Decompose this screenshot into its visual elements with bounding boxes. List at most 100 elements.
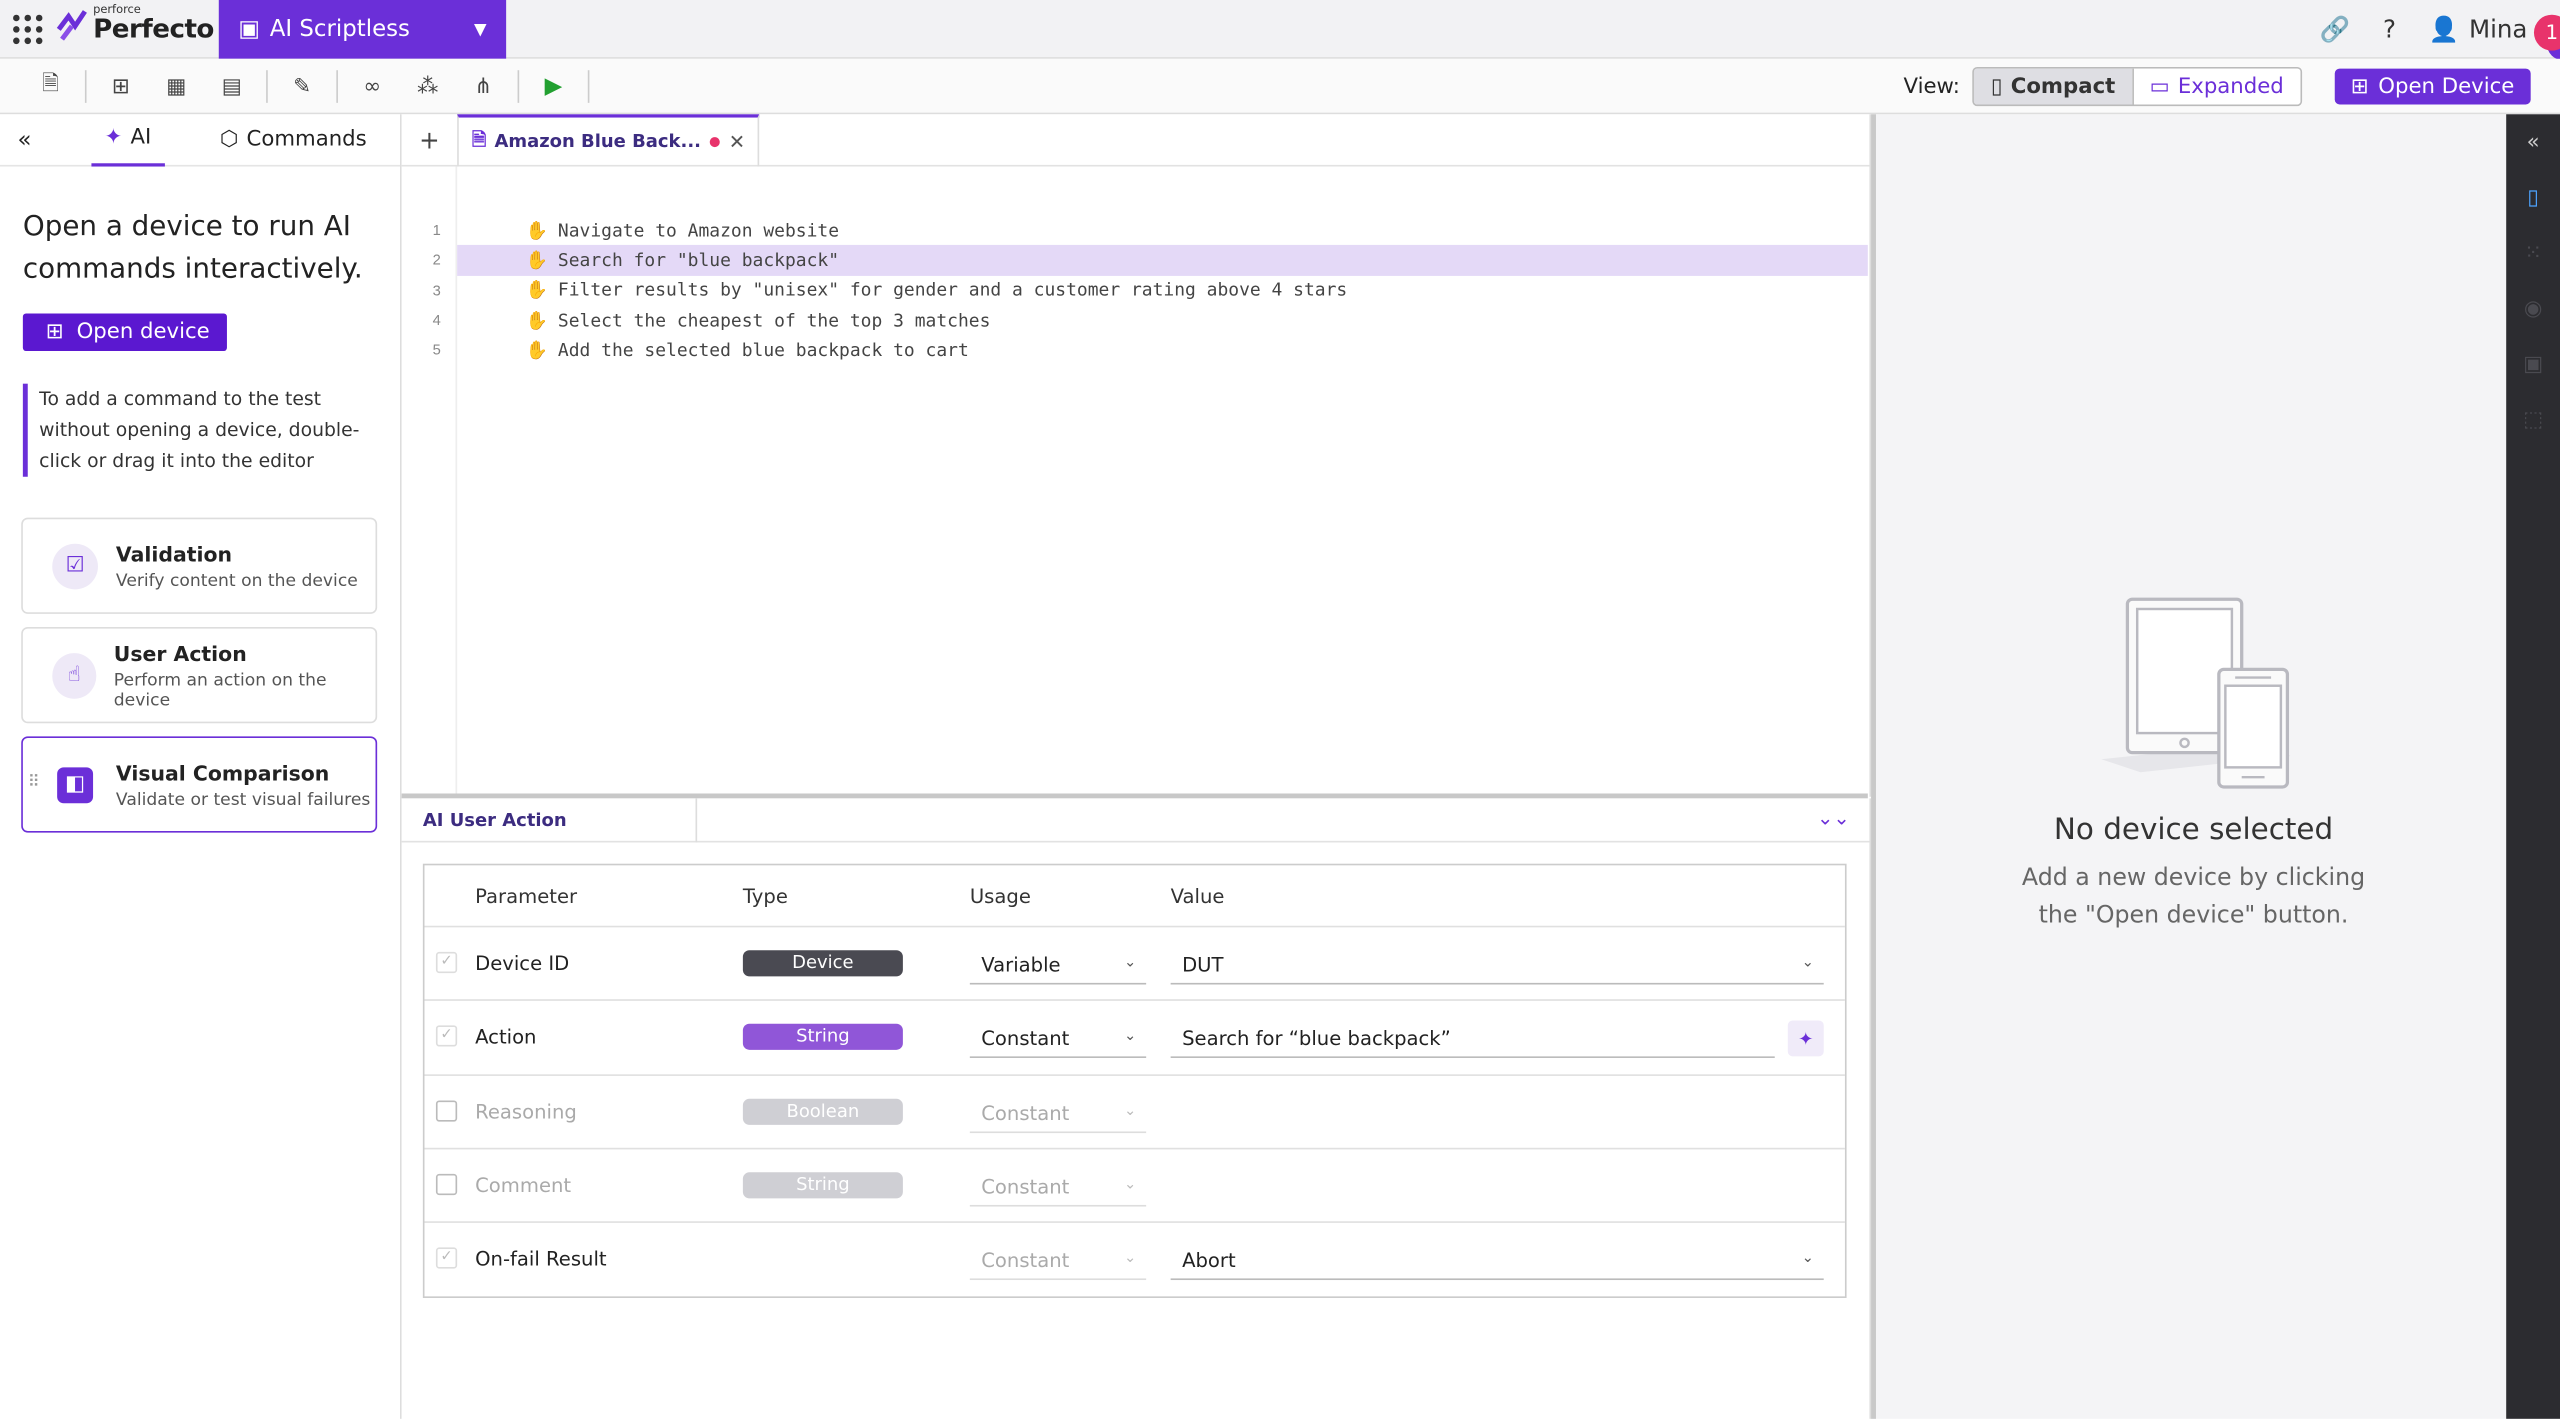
ai-action-icon: ✋	[525, 339, 549, 361]
parameter-name: Action	[475, 1025, 537, 1049]
open-device-button[interactable]: ⊞ Open Device	[2334, 68, 2531, 105]
add-device-icon: ⊞	[45, 320, 64, 345]
open-device-label: Open Device	[2378, 74, 2515, 99]
eye-icon[interactable]: ◉	[2506, 281, 2560, 337]
image-icon[interactable]: ▣	[2506, 336, 2560, 392]
chevron-down-icon: ⌄	[1801, 955, 1814, 972]
module-switcher[interactable]: ▣ AI Scriptless ▼	[218, 0, 507, 59]
edit-icon[interactable]: ✎	[274, 64, 330, 110]
user-name: Mina	[2468, 14, 2528, 45]
user-menu[interactable]: 👤 Mina 1	[2428, 14, 2560, 61]
apps-grid-icon[interactable]	[13, 14, 43, 45]
code-line[interactable]: 3 ✋ Filter results by "unisex" for gende…	[433, 275, 1868, 305]
card-validation[interactable]: ☑ Validation Verify content on the devic…	[21, 517, 378, 614]
add-step-icon[interactable]: ⊞	[93, 64, 149, 110]
panel-title: AI User Action	[402, 797, 698, 842]
row-checkbox[interactable]: ✓	[435, 1247, 458, 1269]
parameter-name: Reasoning	[475, 1099, 577, 1123]
brand-logo[interactable]: perforce Perfecto	[56, 4, 214, 43]
visual-comparison-icon: ◧	[57, 766, 94, 803]
parameter-name: On-fail Result	[475, 1247, 607, 1271]
usage-value: Constant	[981, 1175, 1070, 1199]
open-device-left-button[interactable]: ⊞ Open device	[22, 313, 227, 352]
row-checkbox[interactable]: ✓	[435, 1025, 458, 1048]
usage-select[interactable]: Variable ⌄	[969, 953, 1147, 985]
add-tab-icon[interactable]: +	[402, 125, 458, 154]
card-visual-comparison[interactable]: ⠿ ◧ Visual Comparison Validate or test v…	[21, 736, 378, 833]
link-icon[interactable]: 🔗	[2320, 15, 2351, 44]
code-lines: 1 ✋ Navigate to Amazon website 2 ✋ Searc…	[433, 216, 1868, 365]
value-select[interactable]: Abort ⌄	[1170, 1249, 1824, 1281]
editor-tab[interactable]: 🗎 Amazon Blue Back... ● ✕	[457, 113, 760, 166]
code-line[interactable]: 4 ✋ Select the cheapest of the top 3 mat…	[433, 305, 1868, 335]
code-line[interactable]: 2 ✋ Search for "blue backpack"	[433, 245, 1868, 276]
notification-badge[interactable]: 1	[2533, 14, 2560, 51]
device-icon[interactable]: ▯	[2506, 170, 2560, 226]
close-icon[interactable]: ✕	[729, 130, 745, 153]
value-select[interactable]: DUT ⌄	[1170, 953, 1824, 985]
usage-select[interactable]: Constant ⌄	[969, 1101, 1147, 1133]
editor-tab-title: Amazon Blue Back...	[494, 130, 701, 152]
card-user-action[interactable]: ☝ User Action Perform an action on the d…	[21, 626, 378, 724]
cube-icon: ⬡	[219, 127, 239, 152]
unsaved-dot-icon: ●	[709, 133, 721, 149]
grid-icon[interactable]: ⁙	[2506, 225, 2560, 281]
type-pill: Device	[742, 950, 903, 977]
value-text: Abort	[1182, 1249, 1236, 1273]
monitor-icon: ▭	[2149, 74, 2170, 99]
usage-select[interactable]: Constant ⌄	[969, 1027, 1147, 1059]
new-test-icon[interactable]: 🗎	[23, 64, 79, 110]
usage-value: Constant	[981, 1027, 1070, 1051]
tab-commands[interactable]: ⬡ Commands	[207, 113, 380, 165]
document-icon: 🗎	[471, 128, 487, 151]
compact-view-button[interactable]: ▯ Compact	[1974, 68, 2132, 105]
add-device-icon: ⊞	[2350, 74, 2369, 99]
capture-icon[interactable]: ⬚	[2506, 392, 2560, 448]
toolbar: 🗎 ⊞ ▦ ▤ ✎ ∞ ⁂ ⋔ ▶ View: ▯ Compact ▭ Expa…	[0, 58, 2560, 115]
chevron-down-icon: ▼	[473, 20, 487, 39]
scriptless-icon: ▣	[238, 16, 260, 43]
column-header: Value	[1170, 884, 1225, 908]
collapse-left-icon[interactable]: «	[0, 127, 49, 153]
table-row: Comment String Constant ⌄	[424, 1149, 1845, 1224]
expand-right-icon[interactable]: «	[2506, 114, 2560, 170]
type-pill: Boolean	[742, 1098, 903, 1125]
devices-illustration-icon	[2101, 597, 2291, 789]
row-checkbox[interactable]	[435, 1173, 458, 1195]
calendar-icon[interactable]: ▤	[204, 64, 260, 110]
row-checkbox[interactable]: ✓	[435, 951, 458, 974]
chevron-down-icon: ⌄	[1124, 1029, 1137, 1046]
help-icon[interactable]: ?	[2383, 15, 2396, 44]
collapse-down-icon[interactable]: ⌄⌄	[1817, 807, 1850, 830]
table-icon[interactable]: ▦	[149, 64, 205, 110]
line-text: Navigate to Amazon website	[557, 219, 840, 242]
code-line[interactable]: 5 ✋ Add the selected blue backpack to ca…	[433, 335, 1868, 365]
action-input[interactable]: Search for “blue backpack”	[1170, 1027, 1775, 1059]
validation-icon: ☑	[52, 542, 98, 589]
tab-commands-label: Commands	[246, 127, 367, 152]
hierarchy-icon[interactable]: ⋔	[456, 64, 512, 110]
line-number: 2	[432, 252, 441, 269]
open-device-left-label: Open device	[76, 320, 210, 345]
link-chain-icon[interactable]: ∞	[344, 64, 400, 110]
line-number: 3	[432, 282, 441, 299]
ai-assist-icon[interactable]: ✦	[1787, 1020, 1824, 1057]
sparkle-icon: ✦	[104, 125, 123, 151]
user-icon: 👤	[2428, 14, 2460, 45]
ai-action-icon: ✋	[525, 279, 549, 301]
drag-handle-icon[interactable]: ⠿	[28, 774, 40, 792]
code-line[interactable]: 1 ✋ Navigate to Amazon website	[433, 216, 1868, 246]
ai-action-icon: ✋	[525, 249, 549, 271]
card-title: Visual Comparison	[115, 760, 330, 785]
row-checkbox[interactable]	[435, 1099, 458, 1122]
components-icon[interactable]: ⁂	[400, 64, 456, 110]
line-text: Filter results by "unisex" for gender an…	[557, 279, 1348, 301]
expanded-view-button[interactable]: ▭ Expanded	[2131, 68, 2301, 105]
play-icon[interactable]: ▶	[526, 64, 582, 110]
line-text: Search for "blue backpack"	[557, 249, 840, 271]
card-subtitle: Verify content on the device	[115, 570, 358, 591]
tab-ai[interactable]: ✦ AI	[91, 113, 165, 166]
usage-select[interactable]: Constant ⌄	[969, 1175, 1147, 1207]
usage-select[interactable]: Constant ⌄	[969, 1249, 1147, 1281]
no-device-title: No device selected	[2053, 813, 2334, 848]
